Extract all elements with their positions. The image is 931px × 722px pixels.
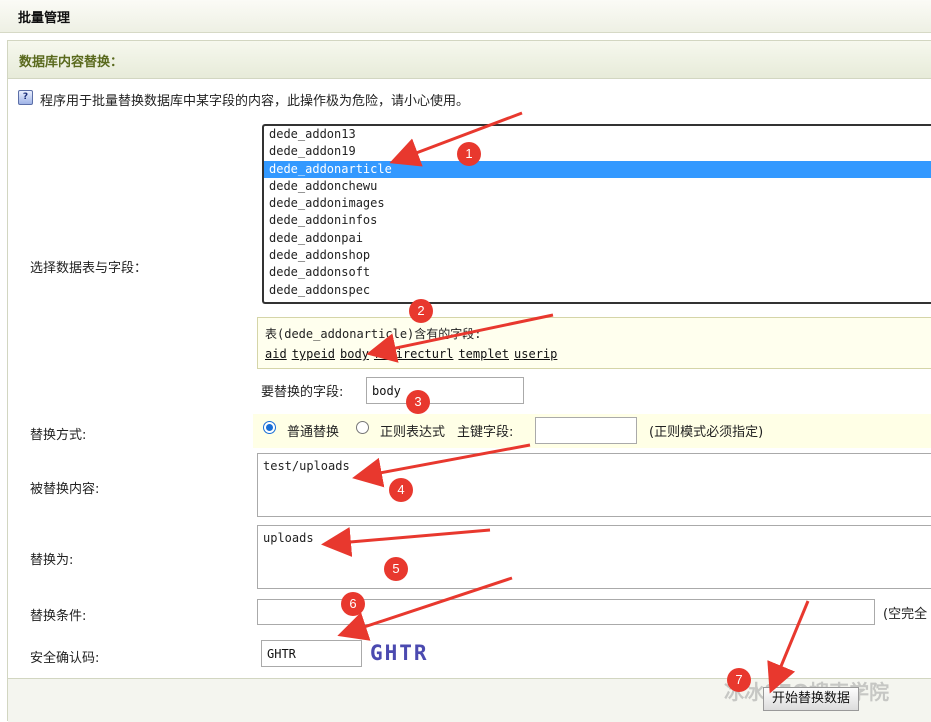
- marker-3: 3: [406, 390, 430, 414]
- marker-6: 6: [341, 592, 365, 616]
- marker-5: 5: [384, 557, 408, 581]
- marker-1: 1: [457, 142, 481, 166]
- arrow-2: [366, 313, 554, 363]
- marker-4: 4: [389, 478, 413, 502]
- marker-2: 2: [409, 299, 433, 323]
- arrow-6: [337, 576, 513, 641]
- arrow-4: [352, 443, 531, 488]
- marker-7: 7: [727, 668, 751, 692]
- arrow-5: [321, 527, 491, 557]
- arrow-7: [767, 600, 810, 694]
- annotation-arrows: [321, 111, 810, 694]
